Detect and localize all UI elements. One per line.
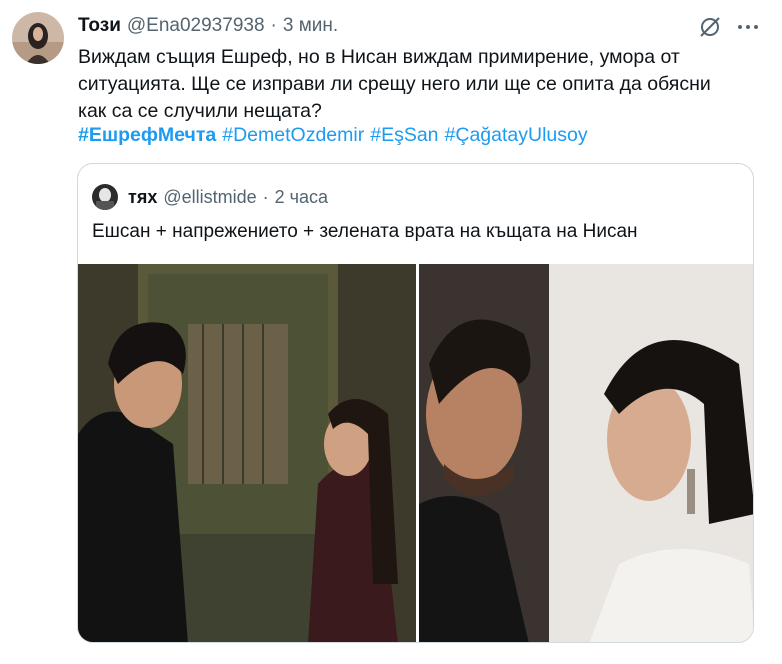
quote-header: тях @ellistmide · 2 часа (92, 184, 328, 210)
quoted-tweet[interactable]: тях @ellistmide · 2 часа Ешсан + напреже… (77, 163, 754, 643)
quote-avatar[interactable] (92, 184, 118, 210)
grok-icon[interactable] (697, 14, 723, 40)
separator-dot: · (270, 15, 277, 36)
hashtag-link[interactable]: #ÇağatayUlusoy (445, 124, 588, 146)
hashtag-link[interactable]: #ЕшрефМечта (78, 124, 216, 146)
tweet-header: Този @Ena02937938 · 3 мин. (78, 14, 722, 38)
more-dots-icon (754, 25, 758, 29)
tweet[interactable]: Този @Ena02937938 · 3 мин. Виждам същия … (0, 0, 782, 664)
tweet-time[interactable]: 3 мин. (283, 14, 338, 38)
separator-dot: · (262, 186, 269, 207)
quote-author-handle[interactable]: @ellistmide (163, 187, 256, 208)
quote-author-name[interactable]: тях (128, 187, 157, 208)
quote-media (78, 264, 753, 642)
author-handle[interactable]: @Ena02937938 (127, 14, 265, 38)
media-image-left[interactable] (78, 264, 416, 642)
quote-text: Ешсан + напрежението + зелената врата на… (92, 221, 638, 242)
media-image-right[interactable] (419, 264, 753, 642)
quote-time[interactable]: 2 часа (275, 187, 328, 208)
author-avatar[interactable] (12, 12, 64, 64)
author-name[interactable]: Този (78, 14, 121, 38)
hashtag-link[interactable]: #EşSan (370, 124, 438, 146)
tweet-text: Виждам същия Ешреф, но в Нисан виждам пр… (78, 46, 711, 122)
tweet-hashtags: #ЕшрефМечта #DemetOzdemir #EşSan #ÇağatayUl… (78, 122, 758, 149)
more-options-button[interactable] (730, 14, 766, 40)
more-dots-icon (738, 25, 742, 29)
avatar-image (12, 12, 64, 64)
more-dots-icon (746, 25, 750, 29)
hashtag-link[interactable]: #DemetOzdemir (222, 124, 364, 146)
